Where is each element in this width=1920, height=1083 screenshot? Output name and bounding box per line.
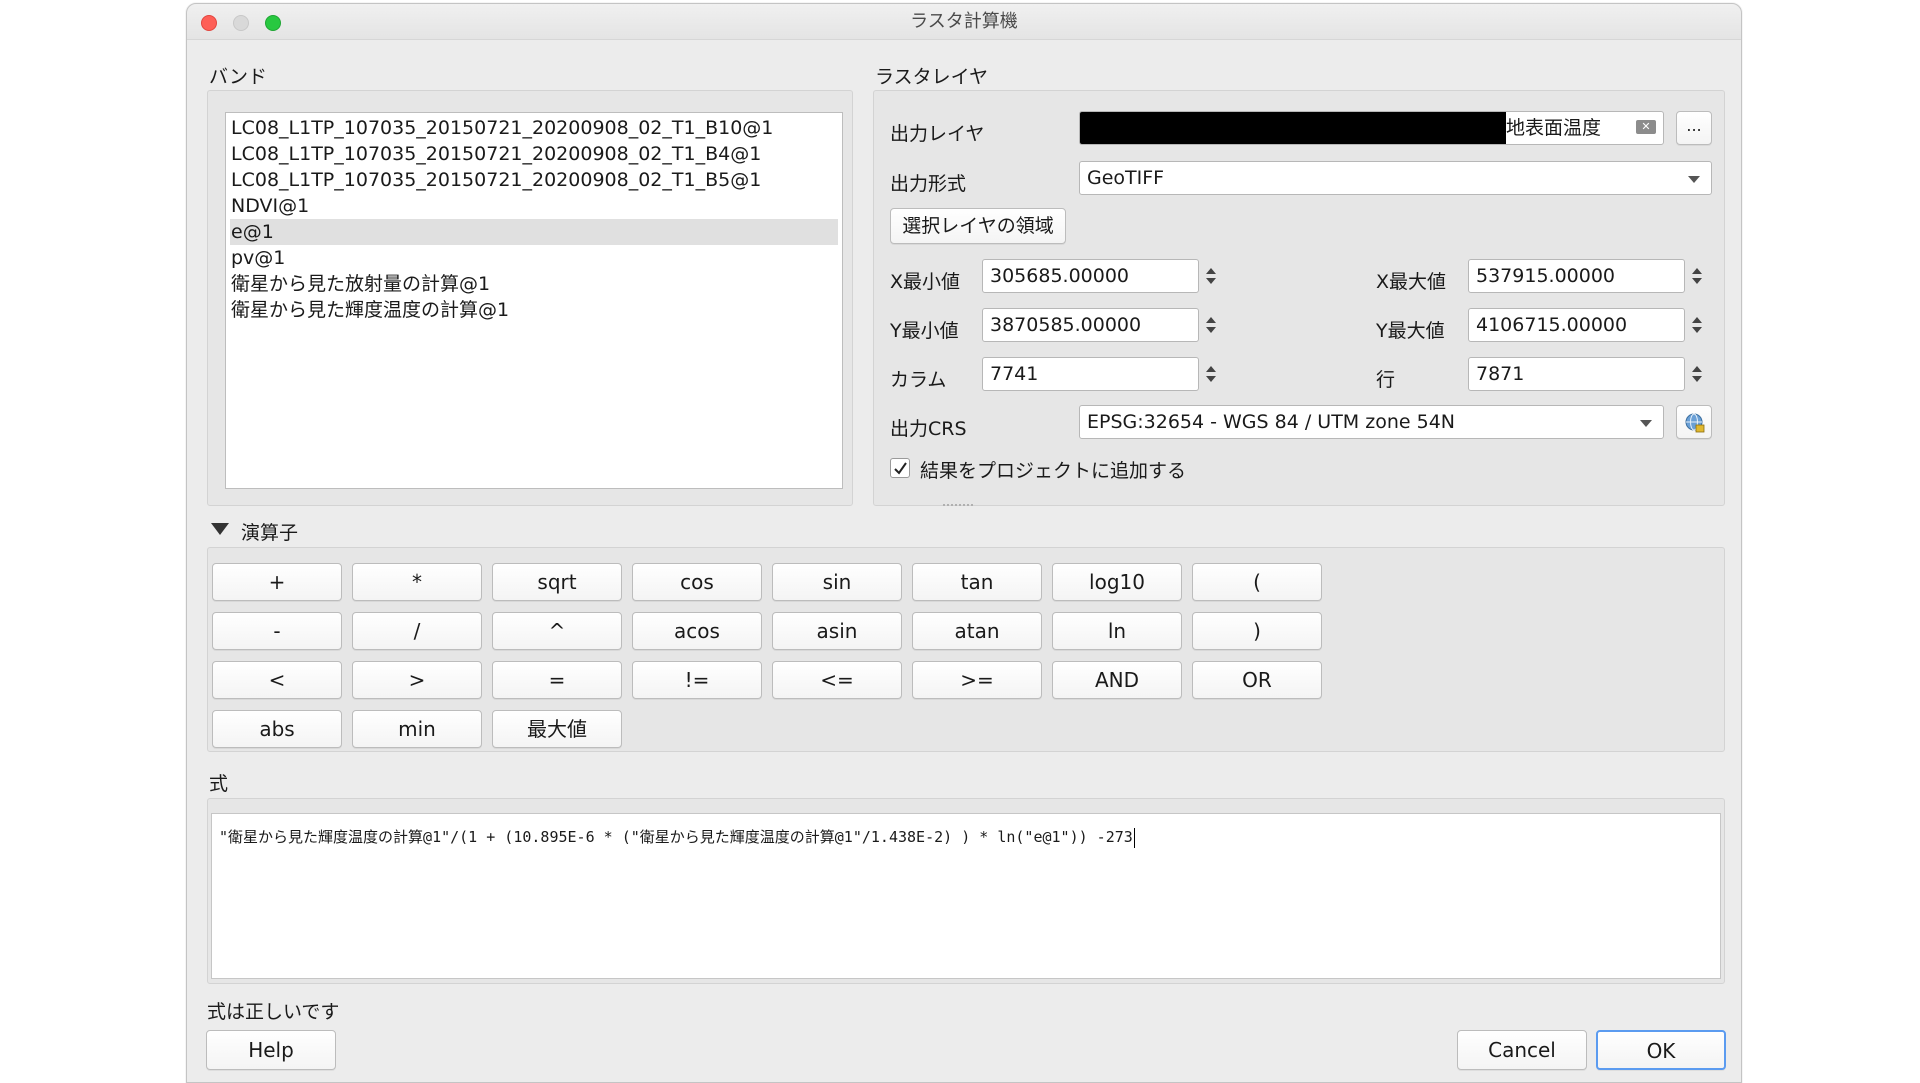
band-list-item[interactable]: LC08_L1TP_107035_20150721_20200908_02_T1…: [230, 141, 838, 167]
ymax-label: Y最大値: [1376, 320, 1445, 342]
crs-selector-button[interactable]: [1676, 405, 1712, 439]
expression-panel: "衛星から見た輝度温度の計算@1"/(1 + (10.895E-6 * ("衛星…: [207, 798, 1725, 984]
operator-button[interactable]: acos: [632, 612, 762, 650]
band-list-item[interactable]: pv@1: [230, 245, 838, 271]
operator-button[interactable]: min: [352, 710, 482, 748]
operator-button[interactable]: /: [352, 612, 482, 650]
columns-label: カラム: [890, 369, 947, 391]
chevron-down-icon: [1640, 420, 1652, 427]
expression-label: 式: [209, 773, 229, 795]
operator-button[interactable]: <: [212, 661, 342, 699]
operator-button[interactable]: +: [212, 563, 342, 601]
columns-spinner[interactable]: [1200, 357, 1222, 391]
output-format-value: GeoTIFF: [1087, 167, 1165, 189]
operator-button[interactable]: asin: [772, 612, 902, 650]
band-list-item[interactable]: 衛星から見た放射量の計算@1: [230, 271, 838, 297]
raster-layer-panel: 出力レイヤ 地表面温度 ✕ ... 出力形式 GeoTIFF 選択レイヤの領域 …: [873, 90, 1725, 506]
operator-button[interactable]: <=: [772, 661, 902, 699]
globe-icon: [1685, 413, 1705, 433]
output-layer-label: 出力レイヤ: [890, 123, 985, 145]
bands-list[interactable]: LC08_L1TP_107035_20150721_20200908_02_T1…: [225, 112, 843, 489]
rows-input[interactable]: 7871: [1468, 357, 1685, 391]
operator-button[interactable]: log10: [1052, 563, 1182, 601]
operator-button[interactable]: AND: [1052, 661, 1182, 699]
output-format-select[interactable]: GeoTIFF: [1079, 161, 1712, 195]
splitter-handle[interactable]: [943, 504, 973, 508]
operator-button[interactable]: tan: [912, 563, 1042, 601]
help-button[interactable]: Help: [206, 1030, 336, 1070]
operator-button[interactable]: -: [212, 612, 342, 650]
raster-layer-label: ラスタレイヤ: [875, 66, 989, 88]
operator-button[interactable]: ln: [1052, 612, 1182, 650]
output-crs-label: 出力CRS: [890, 418, 967, 440]
operator-button[interactable]: sin: [772, 563, 902, 601]
operators-label: 演算子: [241, 522, 299, 544]
ymax-input[interactable]: 4106715.00000: [1468, 308, 1685, 342]
xmax-spinner[interactable]: [1686, 259, 1708, 293]
add-to-project-checkbox[interactable]: [890, 458, 910, 478]
operator-button[interactable]: OR: [1192, 661, 1322, 699]
operator-button[interactable]: ^: [492, 612, 622, 650]
cancel-button[interactable]: Cancel: [1457, 1030, 1587, 1070]
expression-editor[interactable]: "衛星から見た輝度温度の計算@1"/(1 + (10.895E-6 * ("衛星…: [211, 813, 1721, 979]
redacted-path-block: [1080, 112, 1506, 144]
add-to-project-label: 結果をプロジェクトに追加する: [920, 460, 1187, 482]
operators-panel: + * sqrt cos sin tan log10 ( - / ^ acos asin atan ln) <…: [207, 547, 1725, 752]
operator-button[interactable]: atan: [912, 612, 1042, 650]
ymin-spinner[interactable]: [1200, 308, 1222, 342]
xmin-input[interactable]: 305685.00000: [982, 259, 1199, 293]
output-crs-value: EPSG:32654 - WGS 84 / UTM zone 54N: [1087, 411, 1455, 433]
operator-button[interactable]: ): [1192, 612, 1322, 650]
operator-button[interactable]: abs: [212, 710, 342, 748]
xmax-input[interactable]: 537915.00000: [1468, 259, 1685, 293]
operator-button[interactable]: =: [492, 661, 622, 699]
band-list-item[interactable]: LC08_L1TP_107035_20150721_20200908_02_T1…: [230, 167, 838, 193]
xmax-label: X最大値: [1376, 271, 1447, 293]
band-list-item[interactable]: e@1: [230, 219, 838, 245]
output-crs-select[interactable]: EPSG:32654 - WGS 84 / UTM zone 54N: [1079, 405, 1664, 439]
operator-button[interactable]: *: [352, 563, 482, 601]
ymin-label: Y最小値: [890, 320, 959, 342]
band-list-item[interactable]: NDVI@1: [230, 193, 838, 219]
text-cursor: [1133, 827, 1135, 848]
rows-spinner[interactable]: [1686, 357, 1708, 391]
chevron-down-icon: [1688, 176, 1700, 183]
expression-text: "衛星から見た輝度温度の計算@1"/(1 + (10.895E-6 * ("衛星…: [219, 828, 1133, 846]
expression-status: 式は正しいです: [207, 1001, 340, 1023]
operator-button[interactable]: sqrt: [492, 563, 622, 601]
selected-layer-extent-button[interactable]: 選択レイヤの領域: [890, 208, 1066, 244]
output-layer-value: 地表面温度: [1506, 117, 1602, 139]
ymin-input[interactable]: 3870585.00000: [982, 308, 1199, 342]
ymax-spinner[interactable]: [1686, 308, 1708, 342]
output-layer-field[interactable]: 地表面温度 ✕: [1079, 111, 1664, 145]
collapse-triangle-icon[interactable]: [211, 523, 229, 535]
operator-button[interactable]: (: [1192, 563, 1322, 601]
bands-panel: LC08_L1TP_107035_20150721_20200908_02_T1…: [207, 90, 853, 506]
raster-calculator-window: ラスタ計算機 バンド LC08_L1TP_107035_20150721_202…: [186, 3, 1742, 1083]
xmin-label: X最小値: [890, 271, 961, 293]
band-list-item[interactable]: LC08_L1TP_107035_20150721_20200908_02_T1…: [230, 115, 838, 141]
operator-button[interactable]: 最大値: [492, 710, 622, 748]
window-title: ラスタ計算機: [910, 11, 1018, 32]
xmin-spinner[interactable]: [1200, 259, 1222, 293]
rows-label: 行: [1376, 369, 1396, 391]
output-format-label: 出力形式: [890, 173, 967, 195]
operator-button[interactable]: cos: [632, 563, 762, 601]
clear-icon[interactable]: ✕: [1636, 120, 1656, 134]
operator-button[interactable]: >: [352, 661, 482, 699]
operator-button[interactable]: !=: [632, 661, 762, 699]
checkmark-icon: [894, 462, 907, 475]
ok-button[interactable]: OK: [1596, 1030, 1726, 1070]
bands-label: バンド: [209, 66, 267, 88]
band-list-item[interactable]: 衛星から見た輝度温度の計算@1: [230, 297, 838, 323]
operator-button[interactable]: >=: [912, 661, 1042, 699]
columns-input[interactable]: 7741: [982, 357, 1199, 391]
browse-button[interactable]: ...: [1676, 111, 1712, 145]
